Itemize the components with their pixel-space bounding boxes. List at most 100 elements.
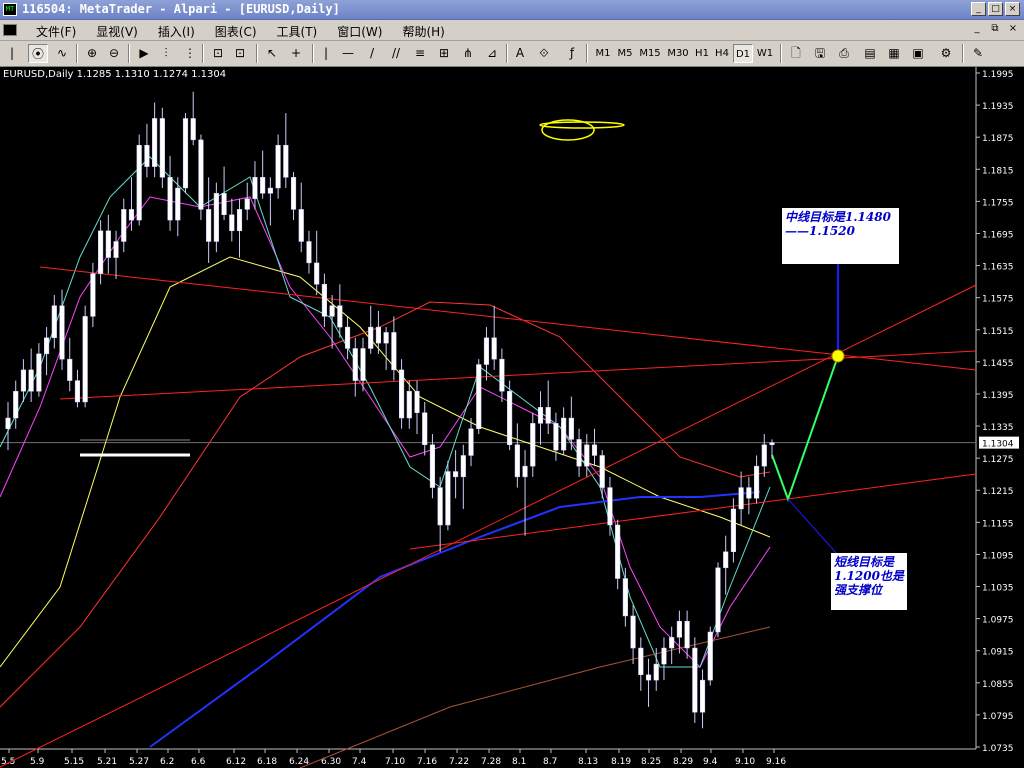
zoom-in-icon[interactable]: ⊕ — [82, 44, 102, 63]
crosshair-mode-icon[interactable]: ⦿ — [28, 44, 48, 63]
projection-green-path — [771, 355, 839, 502]
arrow-tool-icon[interactable]: ⟐ — [534, 44, 554, 63]
time-tick-label: 7.4 — [352, 757, 367, 767]
cursor-icon[interactable]: ↖ — [262, 44, 282, 63]
price-tick-label: 1.1755 — [982, 198, 1014, 208]
candle-body — [730, 508, 736, 553]
highlight-ellipse-flat — [539, 121, 625, 129]
chart-shift-icon[interactable]: ⫶ — [156, 44, 176, 63]
candle-body — [136, 144, 142, 221]
zoom-out-icon[interactable]: ⊖ — [104, 44, 124, 63]
timeframe-h1[interactable]: H1 — [692, 44, 712, 63]
function-icon[interactable]: ƒ — [562, 44, 582, 63]
menu-help[interactable]: 帮助(H) — [392, 23, 454, 40]
chart-window[interactable]: 1.1995 1.1935 1.1875 1.1815 1.1755 1.1695 1.16… — [0, 67, 1024, 768]
timeframe-d1[interactable]: D1 — [733, 44, 753, 63]
candle-body — [553, 423, 559, 451]
candle-body — [476, 364, 482, 429]
candle-body — [723, 551, 729, 569]
candle-body — [260, 177, 266, 194]
candle-body — [159, 118, 165, 178]
candle-body — [568, 417, 574, 440]
channel-icon[interactable]: // — [386, 44, 406, 63]
time-tick-label: 6.6 — [191, 757, 206, 767]
expert-advisor-icon[interactable]: ✎ — [968, 44, 988, 63]
toolbar-separator — [256, 44, 258, 63]
mdi-restore-button[interactable]: ⧉ — [988, 23, 1002, 36]
time-tick-label: 5.15 — [64, 757, 84, 767]
candle-body — [352, 348, 358, 381]
text-tool-icon[interactable]: A — [510, 44, 530, 63]
short-target-annotation[interactable]: 短线目标是1.1200也是强支撑位 — [831, 553, 907, 610]
candle-body — [530, 423, 536, 467]
andrews-pitchfork-icon[interactable]: ⋔ — [458, 44, 478, 63]
market-watch-icon[interactable]: ▤ — [860, 44, 880, 63]
timeframe-m15[interactable]: M15 — [636, 44, 664, 63]
price-tick-label: 1.1335 — [982, 423, 1014, 433]
candle-body — [113, 241, 119, 258]
menu-insert[interactable]: 插入(I) — [148, 23, 205, 40]
mdi-minimize-button[interactable]: _ — [970, 23, 984, 36]
templates-icon[interactable]: ⊡ — [230, 44, 250, 63]
candle-body — [445, 471, 451, 526]
candle-body — [483, 337, 490, 365]
timeframe-h4[interactable]: H4 — [712, 44, 732, 63]
candle-body — [20, 369, 26, 392]
candle-body — [144, 144, 150, 167]
fibonacci-icon[interactable]: ≡ — [410, 44, 430, 63]
price-tick-label: 1.1935 — [982, 102, 1014, 112]
crosshair-icon[interactable]: + — [286, 44, 306, 63]
candle-body — [74, 380, 81, 403]
time-tick-label: 5.9 — [30, 757, 45, 767]
chart-header: EURUSD,Daily 1.1285 1.1310 1.1274 1.1304 — [3, 69, 226, 80]
timeframe-m5[interactable]: M5 — [614, 44, 636, 63]
menu-view[interactable]: 显视(V) — [86, 23, 148, 40]
menu-window[interactable]: 窗口(W) — [327, 23, 392, 40]
timeframe-m30[interactable]: M30 — [664, 44, 692, 63]
navigator-icon[interactable]: ▣ — [908, 44, 928, 63]
candle-body — [422, 412, 428, 446]
timeframe-w1[interactable]: W1 — [754, 44, 776, 63]
candle-body — [98, 230, 104, 274]
price-tick-label: 1.1275 — [982, 455, 1014, 465]
candle-body — [90, 273, 96, 317]
candle-body — [669, 637, 675, 649]
time-tick-label: 7.16 — [417, 757, 437, 767]
window-title: 116504: MetaTrader - Alpari - [EURUSD,Da… — [22, 2, 340, 16]
menu-charts[interactable]: 图表(C) — [205, 23, 267, 40]
timeframe-m1[interactable]: M1 — [592, 44, 614, 63]
data-window-icon[interactable]: ▦ — [884, 44, 904, 63]
options-icon[interactable]: ⚙ — [936, 44, 956, 63]
candle-body — [707, 631, 713, 681]
menu-file[interactable]: 文件(F) — [26, 23, 86, 40]
menu-tools[interactable]: 工具(T) — [267, 23, 328, 40]
fan-icon[interactable]: ⊿ — [482, 44, 502, 63]
close-button[interactable]: × — [1005, 2, 1020, 16]
gann-icon[interactable]: ⊞ — [434, 44, 454, 63]
candle-body — [507, 391, 513, 446]
print-icon[interactable]: ⎙ — [834, 44, 854, 63]
horizontal-line-icon[interactable]: — — [338, 44, 358, 63]
candle-body — [198, 139, 204, 210]
save-icon[interactable]: 🖫 — [810, 44, 830, 63]
chart-window-icon[interactable] — [3, 24, 17, 36]
candle-body — [5, 417, 11, 429]
vertical-line-icon[interactable]: | — [316, 44, 336, 63]
trendline-icon[interactable]: / — [362, 44, 382, 63]
auto-scroll-icon[interactable]: ▶ — [134, 44, 154, 63]
indicators-icon[interactable]: ⋮ — [180, 44, 200, 63]
line-chart-icon[interactable]: ∿ — [52, 44, 72, 63]
periodicity-icon[interactable]: ⊡ — [208, 44, 228, 63]
candle-body — [128, 209, 135, 221]
candle-body — [152, 118, 158, 167]
new-document-icon[interactable]: 🗋 — [786, 44, 806, 63]
minimize-button[interactable]: _ — [971, 2, 986, 16]
candle-body — [599, 455, 605, 488]
maximize-button[interactable]: □ — [988, 2, 1003, 16]
price-tick-label: 1.1575 — [982, 295, 1014, 305]
candle-body — [715, 567, 721, 633]
mdi-close-button[interactable]: × — [1006, 23, 1020, 36]
ma-red-slow — [0, 301, 771, 708]
candle-body — [306, 241, 312, 264]
mid-target-annotation[interactable]: 中线目标是1.1480——1.1520 — [782, 208, 899, 264]
